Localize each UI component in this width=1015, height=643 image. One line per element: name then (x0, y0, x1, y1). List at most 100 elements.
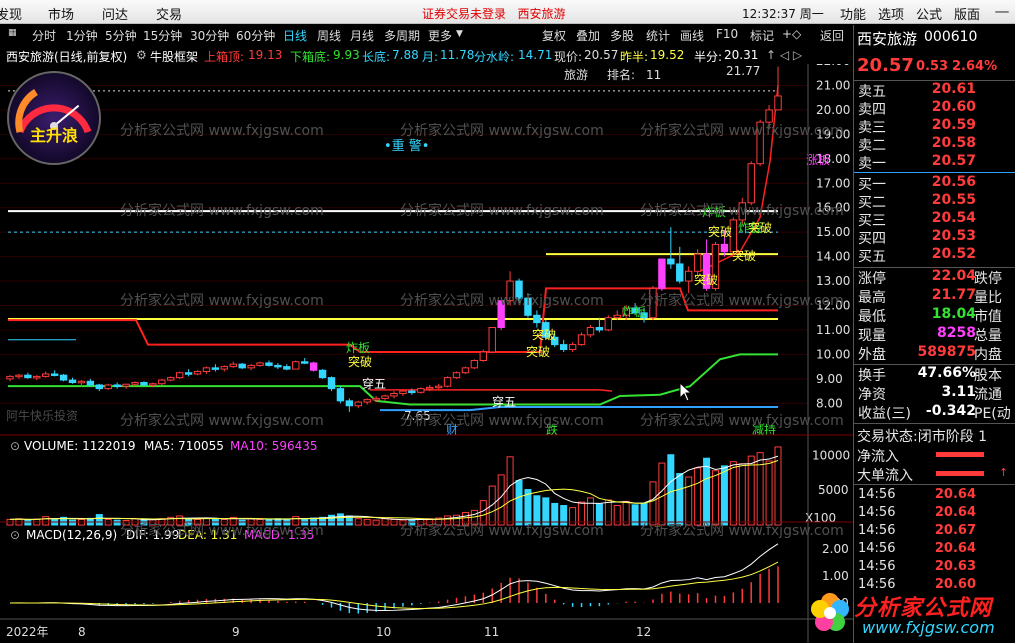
volume-bar (756, 452, 764, 526)
volume-bar (470, 509, 478, 526)
current-price-label: 现价: (554, 50, 583, 64)
ask-row: 卖二 20.58 (858, 135, 1012, 155)
quote-change: 0.53 (916, 59, 949, 74)
ask-row: 卖三 20.59 (858, 117, 1012, 137)
tool-back[interactable]: 返回 (820, 27, 844, 44)
tick-time: 14:56 (858, 523, 896, 538)
tick-time: 14:56 (858, 541, 896, 556)
price-axis-label: 11.00 (816, 323, 850, 337)
period-tab-weekly[interactable]: 周线 (317, 27, 341, 44)
volume-bar (694, 467, 702, 526)
period-tab-1min[interactable]: 1分钟 (66, 27, 98, 44)
dropdown-caret-icon[interactable]: ▼ (456, 29, 463, 39)
period-tab-15min[interactable]: 15分钟 (143, 27, 182, 44)
grid-icon[interactable]: ▦ (8, 28, 17, 38)
period-tab-more[interactable]: 更多 (428, 27, 452, 44)
bid-row-value: 20.53 (931, 228, 976, 244)
menu-item-discover[interactable]: 发现 (0, 4, 22, 23)
period-tab-multi[interactable]: 多周期 (384, 27, 420, 44)
period-tab-monthly[interactable]: 月线 (350, 27, 374, 44)
menu-item-market[interactable]: 市场 (48, 4, 74, 23)
month-value: 11.78 (440, 48, 475, 62)
candle-body (443, 377, 452, 387)
settings-gear-icon[interactable]: ⚙ (136, 48, 147, 62)
candle-body (158, 379, 166, 385)
blast-label: 炸板 (622, 305, 646, 319)
sector-label: 旅游 (564, 68, 588, 82)
ask-row-label: 卖三 (858, 120, 886, 136)
indicator-name[interactable]: 牛股框架 (150, 48, 198, 65)
zoom-tools-icon[interactable]: +◇ (782, 27, 801, 41)
login-warning[interactable]: 证券交易未登录 西安旅游 (422, 5, 565, 22)
menu-item-function[interactable]: 功能 (840, 4, 866, 23)
date-axis-label: 11 (484, 625, 499, 639)
chart-area[interactable]: 22.0021.0020.0019.0018.0017.0016.0015.00… (0, 64, 853, 643)
volume-bar (658, 462, 666, 526)
period-tab-30min[interactable]: 30分钟 (190, 27, 229, 44)
macd-dif-header: DIF: 1.99 (126, 528, 179, 542)
candle-body (586, 327, 595, 336)
stat-row: 最低 18.04 市值 (858, 306, 1012, 326)
stat-row-side-label: 总量 (974, 328, 1002, 344)
tool-statistics[interactable]: 统计 (646, 27, 670, 44)
trend-gauge: 主升浪 (6, 70, 102, 166)
volume-bar (42, 516, 50, 526)
yesterday-half-label: 昨半: (620, 50, 649, 64)
menu-bar: 发现 市场 问达 交易 证券交易未登录 西安旅游 12:32:37 周一 功能 … (0, 0, 1015, 24)
candle-body (140, 382, 148, 386)
price-axis-label: 15.00 (816, 225, 850, 239)
tool-restore-rights[interactable]: 复权 (542, 27, 566, 44)
candle-body (229, 363, 237, 368)
candle-body (42, 373, 50, 377)
cross-five-label: 穿五 (362, 376, 386, 391)
volume-bar (542, 497, 550, 526)
bid-row-value: 20.56 (931, 174, 976, 190)
period-tab-intraday[interactable]: 分时 (32, 27, 56, 44)
breakout-label: 突破 (348, 354, 372, 369)
menu-item-trade[interactable]: 交易 (156, 4, 182, 23)
stat-row-side-label: 内盘 (974, 347, 1002, 363)
candle-body (452, 372, 461, 379)
green-support-line (8, 353, 778, 406)
menu-item-wenda[interactable]: 问达 (102, 4, 128, 23)
period-tab-60min[interactable]: 60分钟 (236, 27, 275, 44)
candle-body (292, 361, 300, 370)
stat-row-label: 收益(三) (858, 406, 911, 422)
stat-row-label: 外盘 (858, 347, 886, 363)
tool-multi-stock[interactable]: 多股 (610, 27, 634, 44)
minimize-icon[interactable]: — (984, 0, 1015, 23)
candle-body (6, 375, 14, 380)
candle-body (738, 202, 746, 221)
candle-body (497, 300, 505, 329)
watershed-value: 14.71 (518, 48, 553, 62)
tool-mark[interactable]: 标记 (750, 27, 774, 44)
macd-settings-icon: ⊙ (10, 528, 20, 542)
volume-bar (604, 499, 612, 526)
stat-row-side-label: PE(动 (974, 406, 1011, 422)
bid-row-value: 20.52 (931, 246, 976, 262)
candle-body (95, 384, 104, 390)
period-tab-daily[interactable]: 日线 (283, 27, 307, 44)
candle-body (59, 374, 68, 381)
watershed-label: 分水岭: (474, 50, 515, 64)
menu-item-layout[interactable]: 版面 (954, 4, 980, 23)
tool-f10[interactable]: F10 (716, 27, 738, 41)
price-axis-label: 22.00 (816, 64, 850, 68)
period-tab-5min[interactable]: 5分钟 (105, 27, 137, 44)
quote-change-pct: 2.64% (952, 59, 998, 74)
stat-row-label: 换手 (858, 368, 886, 384)
breakout-label: 突破 (532, 327, 556, 342)
login-warning-text: 证券交易未登录 (422, 7, 507, 21)
tool-overlay[interactable]: 叠加 (576, 27, 600, 44)
candle-body (354, 401, 362, 407)
candle-body (86, 380, 95, 386)
menu-item-formula[interactable]: 公式 (916, 4, 942, 23)
period-toolbar: ▦ 分时 1分钟 5分钟 15分钟 30分钟 60分钟 日线 周线 月线 多周期… (0, 25, 855, 45)
quote-stock-code: 000610 (924, 29, 978, 45)
volume-axis-label: 5000 (818, 483, 849, 497)
candle-body (300, 361, 309, 364)
menu-item-options[interactable]: 选项 (878, 4, 904, 23)
panel-arrows-icon[interactable]: ↑ ◁ ▷ (766, 48, 802, 62)
tool-draw-line[interactable]: 画线 (680, 27, 704, 44)
date-axis-label: 10 (376, 625, 391, 639)
